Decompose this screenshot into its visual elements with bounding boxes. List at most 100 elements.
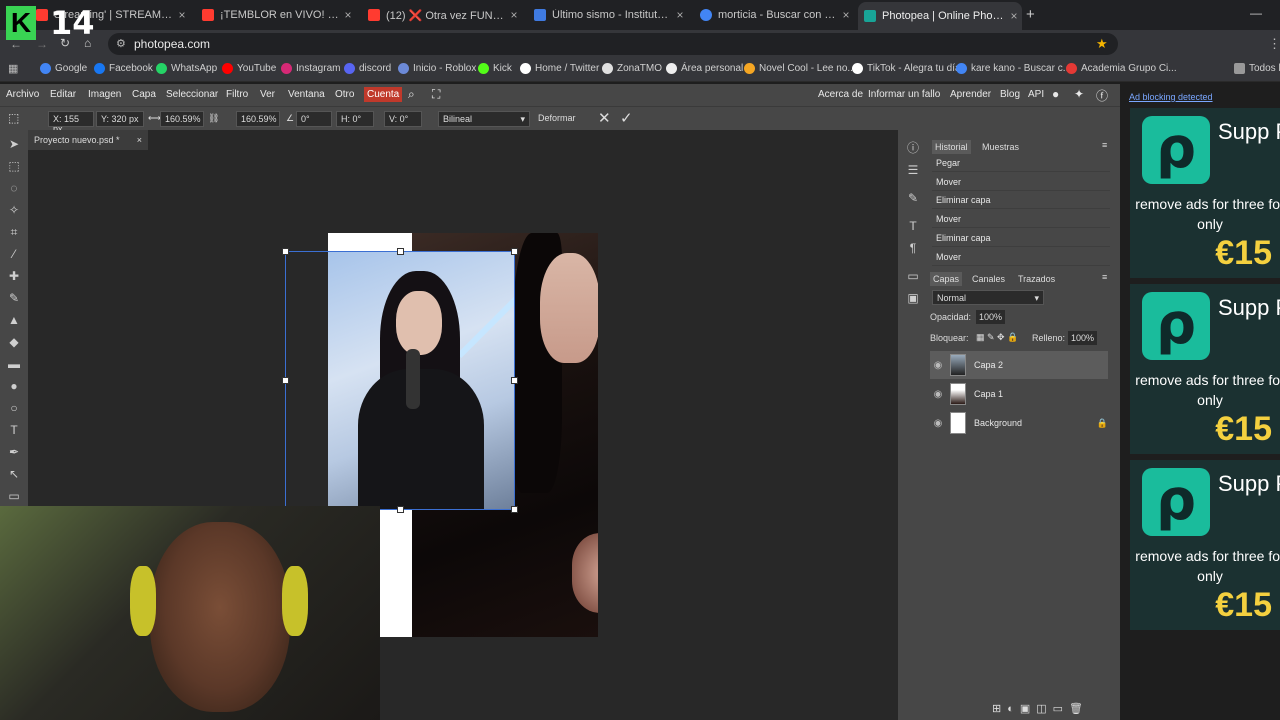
facebook-icon[interactable]: ⓕ bbox=[1096, 87, 1108, 104]
history-item[interactable]: Mover bbox=[932, 248, 1110, 266]
confirm-transform-icon[interactable]: ✓ bbox=[620, 109, 633, 127]
tab-channels[interactable]: Canales bbox=[972, 274, 1005, 284]
close-icon[interactable]: × bbox=[340, 8, 356, 22]
cancel-transform-icon[interactable]: ✕ bbox=[598, 109, 611, 127]
menu-learn[interactable]: Aprender bbox=[950, 89, 991, 100]
close-icon[interactable]: × bbox=[672, 8, 688, 22]
menu-imagen[interactable]: Imagen bbox=[88, 89, 121, 100]
bookmark-area-personal[interactable]: Área personal bbox=[666, 63, 743, 74]
move-tool-icon[interactable]: ➤ bbox=[6, 136, 22, 152]
layer-row-capa2[interactable]: ◉ Capa 2 bbox=[930, 351, 1108, 379]
shape-tool-icon[interactable]: ▭ bbox=[6, 488, 22, 504]
ad-banner[interactable]: ρ Supp Photo remove ads for three for on… bbox=[1130, 108, 1280, 278]
menu-ventana[interactable]: Ventana bbox=[288, 89, 325, 100]
transform-handle[interactable] bbox=[282, 248, 289, 255]
star-icon[interactable]: ★ bbox=[1096, 36, 1108, 52]
bookmark-novelcool[interactable]: Novel Cool - Lee no... bbox=[744, 63, 856, 74]
link-icon[interactable]: ⛓ bbox=[208, 113, 219, 124]
transform-handle[interactable] bbox=[511, 377, 518, 384]
stamp-tool-icon[interactable]: ▲ bbox=[6, 312, 22, 328]
transform-handle[interactable] bbox=[397, 506, 404, 513]
bookmark-zonatmo[interactable]: ZonaTMO bbox=[602, 63, 662, 74]
close-icon[interactable]: × bbox=[137, 135, 142, 145]
bookmark-tiktok[interactable]: TikTok - Alegra tu día bbox=[852, 63, 961, 74]
hskew-field[interactable]: H: 0° bbox=[336, 111, 374, 127]
document-tab[interactable]: Proyecto nuevo.psd * × bbox=[28, 130, 148, 150]
menu-cuenta[interactable]: Cuenta bbox=[364, 87, 403, 102]
panel-menu-icon[interactable]: ≡ bbox=[1102, 140, 1107, 150]
bookmark-discord[interactable]: discord bbox=[344, 63, 391, 74]
vskew-field[interactable]: V: 0° bbox=[384, 111, 422, 127]
eye-icon[interactable]: ◉ bbox=[930, 389, 946, 400]
new-tab-button[interactable]: + bbox=[1026, 6, 1035, 23]
bookmark-roblox[interactable]: Inicio - Roblox bbox=[398, 63, 476, 74]
minimize-icon[interactable]: — bbox=[1250, 6, 1262, 20]
menu-icon[interactable]: ⋮ bbox=[1268, 36, 1280, 52]
tab-swatches[interactable]: Muestras bbox=[982, 142, 1019, 152]
tab-funado[interactable]: (12) ❌ Otra vez FUN4D0... × bbox=[362, 4, 522, 26]
tab-photopea[interactable]: Photopea | Online Photo Editor × bbox=[858, 2, 1022, 30]
layer-row-capa1[interactable]: ◉ Capa 1 bbox=[930, 380, 1108, 408]
history-item[interactable]: Eliminar capa bbox=[932, 191, 1110, 209]
ad-banner[interactable]: ρ Supp Photo remove ads for three for on… bbox=[1130, 284, 1280, 454]
healing-icon[interactable]: ✚ bbox=[6, 268, 22, 284]
y-field[interactable]: Y: 320 px bbox=[96, 111, 144, 127]
properties-icon[interactable]: ☰ bbox=[905, 162, 921, 178]
close-icon[interactable]: × bbox=[506, 8, 522, 22]
path-select-icon[interactable]: ↖ bbox=[6, 466, 22, 482]
width-field[interactable]: 160.59% bbox=[160, 111, 204, 127]
search-icon[interactable]: ⌕ bbox=[408, 87, 415, 102]
character-icon[interactable]: T bbox=[905, 218, 921, 234]
history-item[interactable]: Pegar bbox=[932, 154, 1110, 172]
transform-handle[interactable] bbox=[511, 506, 518, 513]
transform-handle[interactable] bbox=[511, 248, 518, 255]
gradient-tool-icon[interactable]: ▬ bbox=[6, 356, 22, 372]
bookmark-kick[interactable]: Kick bbox=[478, 63, 512, 74]
site-info-icon[interactable]: ⚙ bbox=[116, 37, 126, 50]
transform-handle[interactable] bbox=[282, 377, 289, 384]
twitter-icon[interactable]: ✦ bbox=[1074, 87, 1084, 101]
dodge-tool-icon[interactable]: ○ bbox=[6, 400, 22, 416]
menu-seleccionar[interactable]: Seleccionar bbox=[166, 89, 218, 100]
history-item[interactable]: Mover bbox=[932, 173, 1110, 191]
close-icon[interactable]: × bbox=[1006, 9, 1022, 23]
pen-tool-icon[interactable]: ✒ bbox=[6, 444, 22, 460]
interpolation-select[interactable]: Bilineal ▾ bbox=[438, 111, 530, 127]
lasso-tool-icon[interactable]: ◌ bbox=[6, 180, 22, 196]
transform-handle[interactable] bbox=[397, 248, 404, 255]
bookmark-twitter[interactable]: Home / Twitter bbox=[520, 63, 599, 74]
lock-icons[interactable]: ▦ ✎ ✥ 🔒 bbox=[976, 332, 1018, 343]
blur-tool-icon[interactable]: ● bbox=[6, 378, 22, 394]
transform-bounding-box[interactable] bbox=[282, 248, 518, 513]
tab-layers[interactable]: Capas bbox=[930, 272, 963, 286]
brush-icon[interactable]: ✎ bbox=[905, 190, 921, 206]
layer-actions-icons[interactable]: ⊞◐▣◫▭🗑 bbox=[992, 702, 1089, 715]
history-item[interactable]: Eliminar capa bbox=[932, 229, 1110, 247]
image-icon[interactable]: ▣ bbox=[905, 290, 921, 306]
channels-icon[interactable]: ▭ bbox=[905, 268, 921, 284]
brush-tool-icon[interactable]: ✎ bbox=[6, 290, 22, 306]
opacity-field[interactable]: 100% bbox=[976, 310, 1006, 324]
layer-row-background[interactable]: ◉ Background 🔒 bbox=[930, 409, 1108, 437]
tab-sismo[interactable]: Último sismo - Instituto Geofísi × bbox=[528, 4, 688, 26]
panel-menu-icon[interactable]: ≡ bbox=[1102, 272, 1107, 282]
marquee-tool-icon[interactable]: ⬚ bbox=[6, 158, 22, 174]
forward-icon[interactable]: → bbox=[36, 37, 48, 51]
history-item[interactable]: Mover bbox=[932, 210, 1110, 228]
paragraph-icon[interactable]: ¶ bbox=[905, 240, 921, 256]
eyedropper-icon[interactable]: ⁄ bbox=[6, 246, 22, 262]
text-tool-icon[interactable]: T bbox=[6, 422, 22, 438]
crop-tool-icon[interactable]: ⌗ bbox=[6, 224, 22, 240]
magic-wand-icon[interactable]: ✧ bbox=[6, 202, 22, 218]
tab-google[interactable]: morticia - Buscar con Google × bbox=[694, 4, 854, 26]
tab-temblor[interactable]: ¡TEMBLOR en VIVO! R1P × bbox=[196, 4, 356, 26]
x-field[interactable]: X: 155 px bbox=[48, 111, 94, 134]
bookmark-academia[interactable]: Academia Grupo Ci... bbox=[1066, 63, 1177, 74]
menu-report-bug[interactable]: Informar un fallo bbox=[868, 89, 940, 100]
blend-mode-select[interactable]: Normal ▾ bbox=[932, 290, 1044, 305]
menu-editar[interactable]: Editar bbox=[50, 89, 76, 100]
info-icon[interactable]: ⓘ bbox=[905, 140, 921, 156]
menu-ver[interactable]: Ver bbox=[260, 89, 275, 100]
eraser-tool-icon[interactable]: ◆ bbox=[6, 334, 22, 350]
bookmark-all[interactable]: Todos los bbox=[1234, 63, 1280, 74]
